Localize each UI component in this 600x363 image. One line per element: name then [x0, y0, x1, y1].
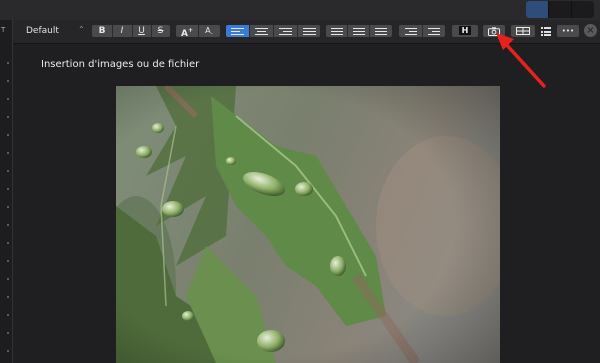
outdent-icon	[404, 28, 417, 35]
bullet-list-button[interactable]	[347, 25, 369, 37]
alignment-group	[226, 25, 320, 37]
justify-button[interactable]	[297, 25, 320, 37]
align-center-icon	[255, 28, 268, 35]
italic-button[interactable]: I	[111, 25, 132, 37]
sidebar-dot	[7, 278, 9, 280]
header-button-label: H	[458, 26, 472, 35]
view-mode-two-icon[interactable]	[548, 1, 571, 18]
sidebar-dot	[7, 296, 9, 298]
sidebar-dot	[7, 206, 9, 208]
sidebar-dot	[7, 62, 9, 64]
indent-group	[399, 25, 445, 37]
indent-button[interactable]	[421, 25, 445, 37]
numbered-list-button[interactable]	[326, 25, 347, 37]
sidebar-dot	[7, 152, 9, 154]
sidebar-letter: T	[1, 26, 6, 34]
strikethrough-button[interactable]: S	[150, 25, 170, 37]
leaf-photo-image	[116, 86, 500, 363]
close-icon[interactable]: ×	[584, 24, 597, 37]
sidebar-dot	[7, 314, 9, 316]
window-titlebar	[0, 0, 600, 21]
more-options-button[interactable]: •••	[557, 25, 579, 37]
sidebar-strip: T	[0, 20, 13, 363]
sidebar-dot	[7, 188, 9, 190]
view-mode-one-icon[interactable]	[526, 1, 548, 18]
bold-button[interactable]: B	[93, 25, 112, 37]
view-mode-switcher[interactable]	[526, 1, 594, 18]
align-right-button[interactable]	[273, 25, 297, 37]
view-mode-three-icon[interactable]	[571, 1, 594, 18]
sidebar-dot	[7, 116, 9, 118]
increase-font-label: A	[181, 29, 188, 37]
updown-chevron-icon[interactable]: ⌃	[78, 25, 85, 34]
decrease-font-button[interactable]: A-	[197, 25, 220, 37]
outdent-button[interactable]	[400, 25, 422, 37]
bullet-list-icon	[352, 28, 365, 35]
justify-icon	[302, 28, 316, 35]
sidebar-dot	[7, 170, 9, 172]
sidebar-dot	[7, 350, 9, 352]
sidebar-dot	[7, 80, 9, 82]
increase-font-button[interactable]: A+	[177, 25, 198, 37]
align-left-icon	[231, 28, 244, 35]
indent-icon	[427, 28, 440, 35]
font-size-group: A+ A-	[176, 25, 220, 37]
align-center-button[interactable]	[249, 25, 273, 37]
header-button[interactable]: H	[452, 25, 478, 37]
document-heading[interactable]: Insertion d'images ou de fichier	[41, 59, 199, 70]
list-group	[326, 25, 392, 37]
text-format-group: BIUS	[92, 25, 170, 37]
paragraph-style-select[interactable]: Default	[26, 26, 59, 36]
align-right-icon	[279, 28, 292, 35]
checklist-icon	[375, 28, 387, 35]
inserted-photo[interactable]	[116, 86, 500, 363]
sidebar-dot	[7, 134, 9, 136]
sidebar-dot	[7, 260, 9, 262]
align-left-button[interactable]	[226, 25, 249, 37]
annotation-arrow-icon	[496, 33, 546, 88]
sidebar-dot	[7, 332, 9, 334]
sidebar-dot	[7, 242, 9, 244]
numbered-list-icon	[330, 28, 343, 35]
checklist-button[interactable]	[369, 25, 392, 37]
underline-button[interactable]: U	[131, 25, 151, 37]
sidebar-dot	[7, 98, 9, 100]
sidebar-dot	[7, 224, 9, 226]
